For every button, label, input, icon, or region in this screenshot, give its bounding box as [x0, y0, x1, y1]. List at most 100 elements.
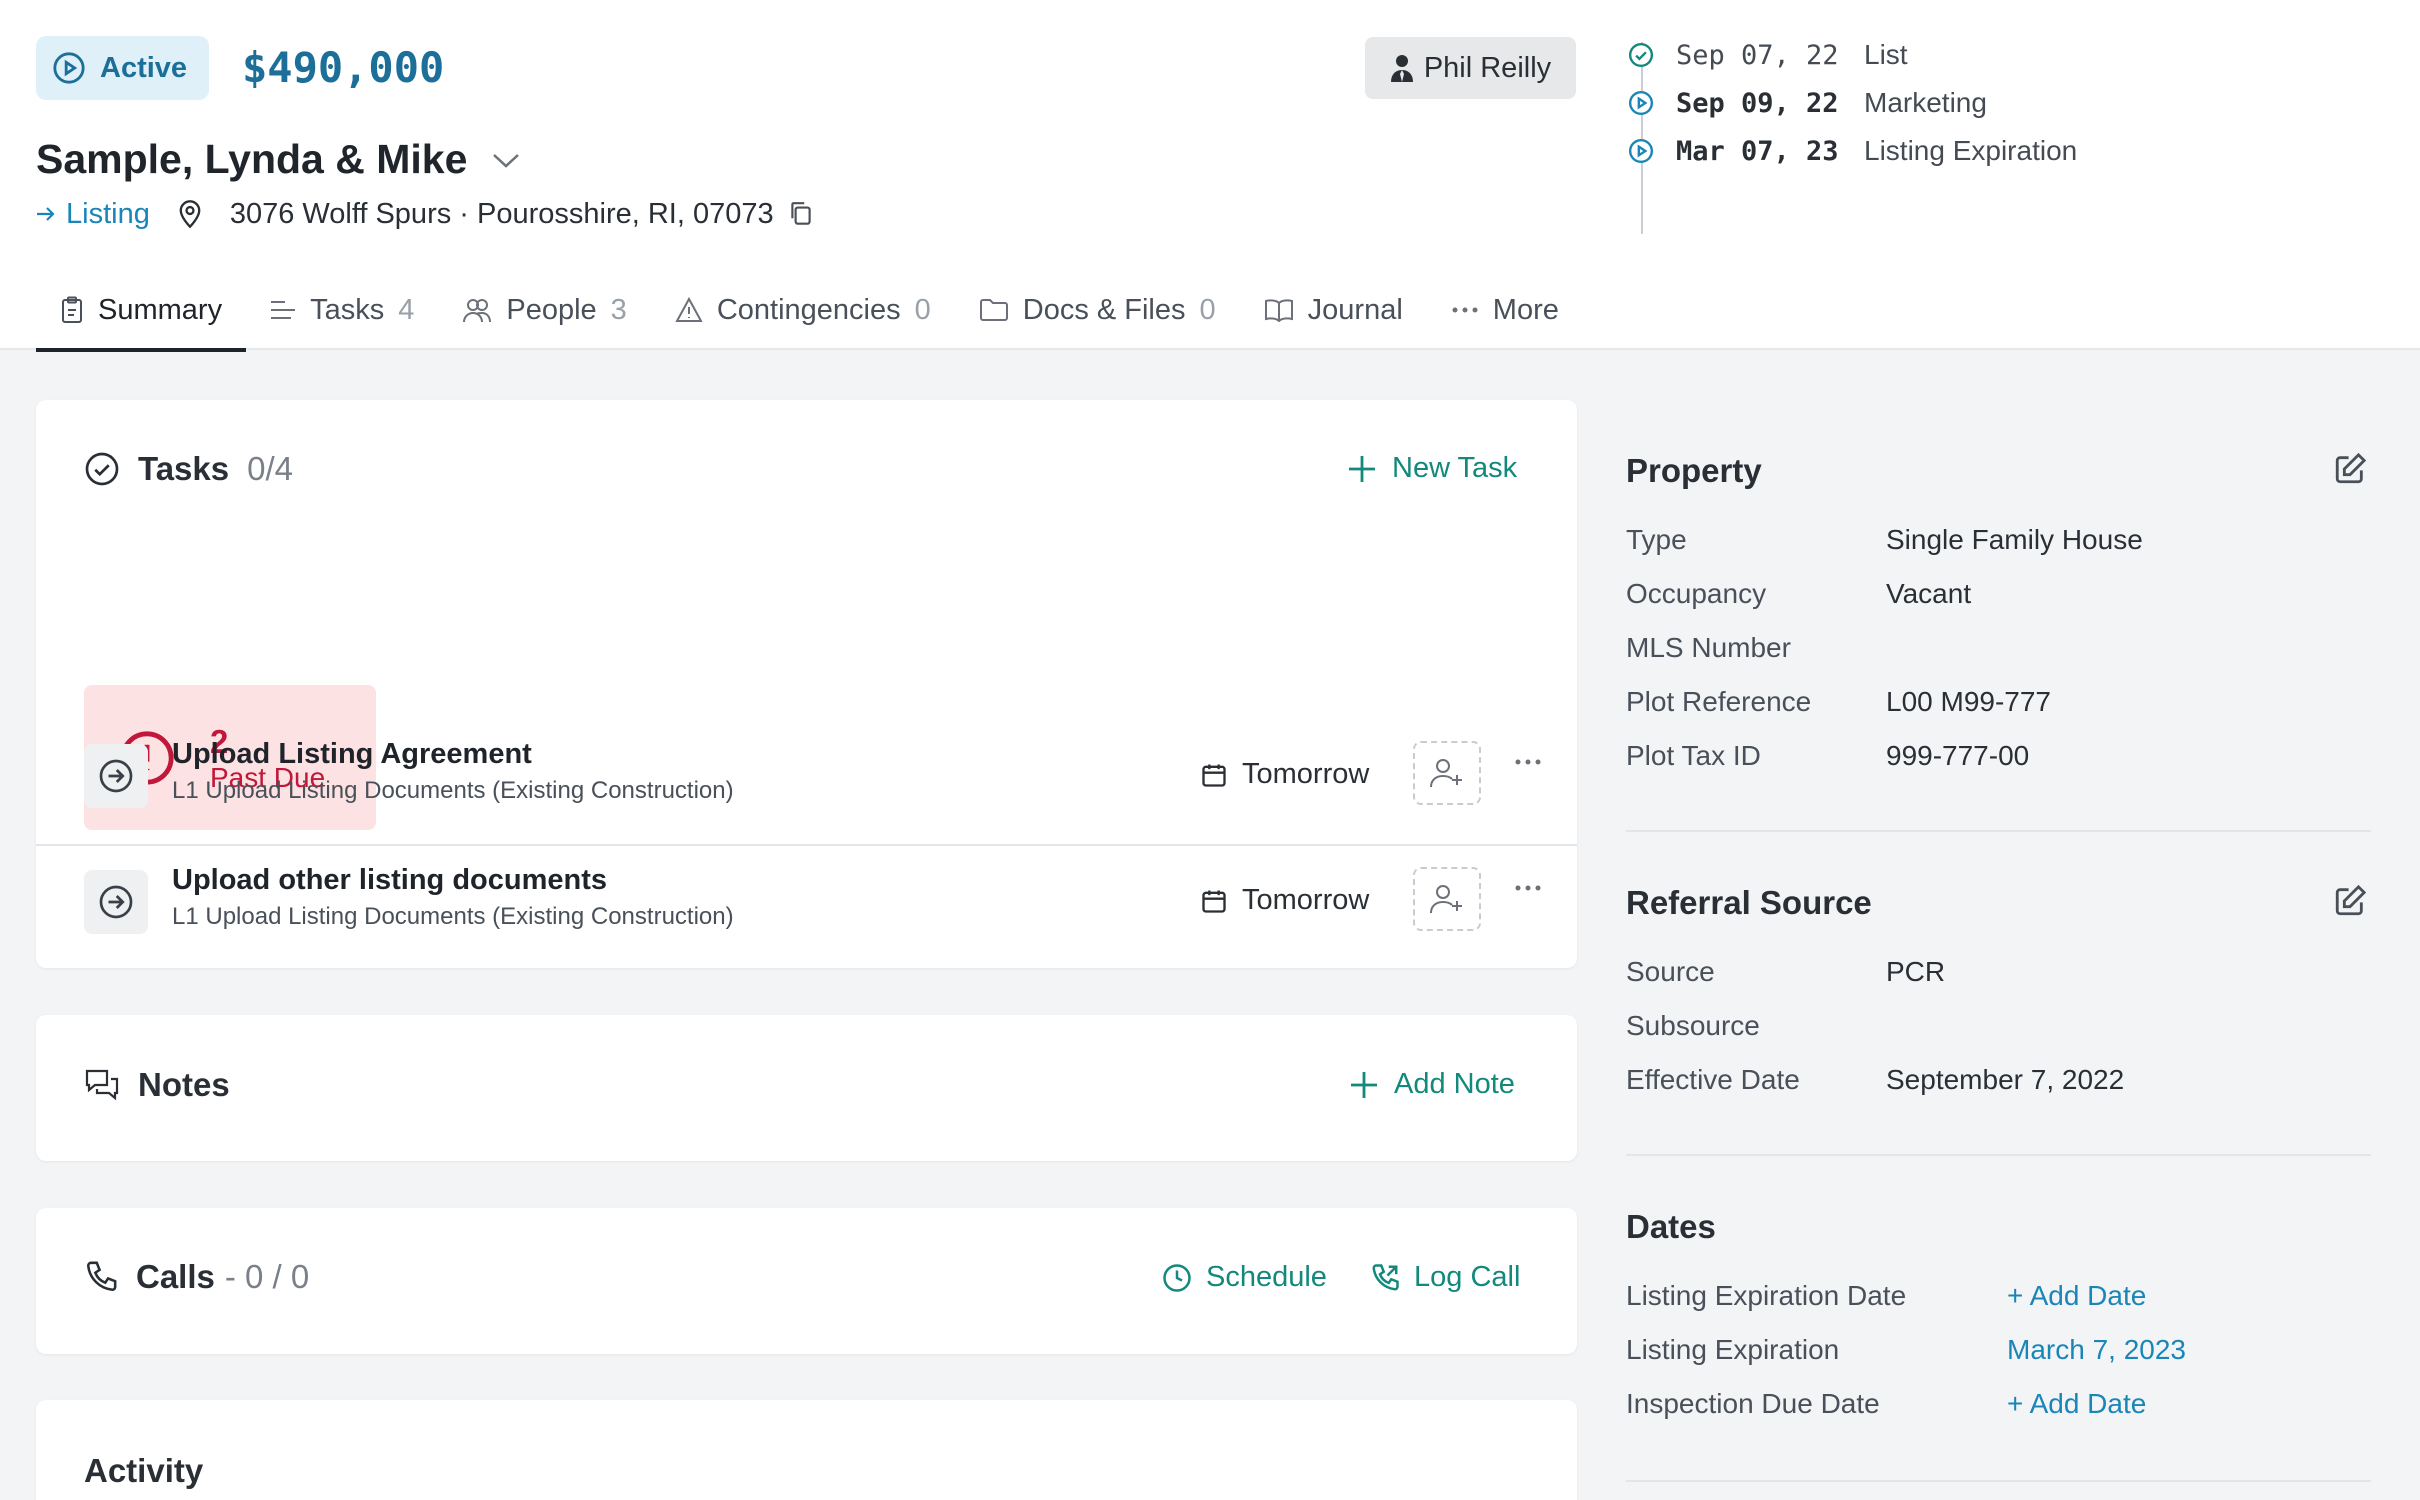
- referral-key: Subsource: [1626, 1010, 1760, 1041]
- new-task-button[interactable]: New Task: [1346, 452, 1517, 485]
- task-due-date[interactable]: Tomorrow: [1200, 758, 1369, 791]
- timeline-item: Sep 07, 22 List: [1628, 38, 1908, 72]
- phone-outgoing-icon: [1372, 1263, 1399, 1291]
- task-row[interactable]: Upload Listing Agreement L1 Upload Listi…: [36, 720, 1577, 844]
- task-status-button[interactable]: [84, 744, 148, 808]
- calls-card: Calls - 0 / 0 Schedule Log Call: [36, 1208, 1577, 1354]
- tab-count: 3: [610, 293, 627, 326]
- deal-header: Active $490,000 Phil Reilly Sample, Lynd…: [0, 0, 2420, 352]
- deal-title[interactable]: Sample, Lynda & Mike: [36, 136, 521, 183]
- new-task-label: New Task: [1392, 452, 1518, 484]
- tasks-card-title: Tasks 0/4: [84, 450, 293, 488]
- edit-icon[interactable]: [2333, 452, 2367, 486]
- divider: [1626, 1154, 2371, 1156]
- copy-icon[interactable]: [788, 200, 814, 228]
- tab-label: Summary: [98, 293, 223, 326]
- tab-more[interactable]: More: [1427, 270, 1583, 350]
- price: $490,000: [242, 43, 445, 92]
- folder-icon: [979, 299, 1008, 321]
- user-plus-icon: [1430, 885, 1462, 914]
- task-status-button[interactable]: [84, 870, 148, 934]
- map-pin-icon: [179, 200, 201, 229]
- assign-user-button[interactable]: [1413, 741, 1481, 805]
- referral-key: Source: [1626, 956, 1715, 987]
- task-name[interactable]: Upload other listing documents: [172, 864, 607, 897]
- status-badge[interactable]: Active: [36, 36, 210, 100]
- add-note-label: Add Note: [1394, 1068, 1515, 1100]
- task-row[interactable]: Upload other listing documents L1 Upload…: [36, 844, 1577, 968]
- task-more-button[interactable]: [1514, 758, 1542, 766]
- play-circle-icon: [1628, 90, 1654, 116]
- agent-button[interactable]: Phil Reilly: [1365, 37, 1576, 99]
- add-note-button[interactable]: Add Note: [1348, 1068, 1515, 1101]
- edit-icon[interactable]: [2333, 884, 2367, 918]
- plus-icon: [1349, 455, 1375, 482]
- date-value-link[interactable]: March 7, 2023: [2007, 1334, 2186, 1366]
- referral-value: September 7, 2022: [1886, 1064, 2125, 1095]
- tab-label: Journal: [1307, 293, 1403, 326]
- notes-card: Notes Add Note: [36, 1015, 1577, 1161]
- tab-tasks[interactable]: Tasks 4: [246, 270, 438, 350]
- check-circle-icon: [1628, 42, 1654, 68]
- timeline-label: List: [1864, 39, 1908, 70]
- tasks-card: Tasks 0/4 New Task 2 Past Due Upload Lis…: [36, 400, 1577, 968]
- phone-icon: [86, 1261, 117, 1292]
- tab-label: People: [506, 293, 597, 326]
- add-date-link[interactable]: + Add Date: [2007, 1388, 2146, 1420]
- timeline-label: Listing Expiration: [1864, 135, 2078, 166]
- property-title: Property: [1626, 452, 1762, 489]
- card-title-text: Calls: [136, 1258, 215, 1295]
- schedule-label: Schedule: [1206, 1261, 1327, 1293]
- add-date-link[interactable]: + Add Date: [2007, 1280, 2146, 1312]
- task-name[interactable]: Upload Listing Agreement: [172, 738, 532, 771]
- task-subtitle: L1 Upload Listing Documents (Existing Co…: [172, 903, 734, 930]
- chat-bubbles-icon: [85, 1069, 119, 1101]
- clock-icon: [1163, 1263, 1191, 1292]
- tab-label: More: [1492, 293, 1559, 326]
- card-title-text: Notes: [138, 1066, 230, 1103]
- timeline-item: Mar 07, 23 Listing Expiration: [1628, 134, 2077, 168]
- status-label: Active: [100, 51, 188, 84]
- date-key: Listing Expiration: [1626, 1334, 1840, 1365]
- calendar-icon: [1202, 764, 1226, 787]
- tab-people[interactable]: People 3: [438, 270, 650, 350]
- tab-count: 0: [1199, 293, 1216, 326]
- activity-card-title: Activity: [84, 1452, 203, 1490]
- tab-label: Tasks: [310, 293, 385, 326]
- listing-link[interactable]: Listing: [36, 198, 150, 231]
- timeline-label: Marketing: [1864, 87, 1987, 118]
- timeline-date: Mar 07, 23: [1676, 135, 1839, 167]
- plus-icon: [1351, 1071, 1377, 1098]
- card-title-text: Activity: [84, 1452, 204, 1489]
- task-due-label: Tomorrow: [1242, 758, 1370, 790]
- date-key: Inspection Due Date: [1626, 1388, 1880, 1419]
- divider: [1626, 830, 2371, 832]
- activity-card: Activity: [36, 1400, 1577, 1500]
- property-key: Occupancy: [1626, 578, 1767, 609]
- user-plus-icon: [1430, 759, 1462, 788]
- referral-title: Referral Source: [1626, 884, 1872, 921]
- chevron-down-icon[interactable]: [491, 150, 521, 170]
- assign-user-button[interactable]: [1413, 867, 1481, 931]
- calls-count: - 0 / 0: [224, 1258, 310, 1295]
- play-circle-icon: [53, 52, 85, 84]
- schedule-call-button[interactable]: Schedule: [1162, 1261, 1327, 1294]
- arrow-circle-right-icon: [99, 885, 133, 919]
- tab-journal[interactable]: Journal: [1240, 270, 1427, 350]
- tab-contingencies[interactable]: Contingencies 0: [651, 270, 955, 350]
- dates-section: Dates Listing Expiration Date + Add Date…: [1626, 1208, 2371, 1438]
- warning-triangle-icon: [675, 297, 703, 322]
- tab-docs-files[interactable]: Docs & Files 0: [955, 270, 1240, 350]
- task-due-date[interactable]: Tomorrow: [1200, 884, 1369, 917]
- timeline-item: Sep 09, 22 Marketing: [1628, 86, 1987, 120]
- log-call-button[interactable]: Log Call: [1370, 1261, 1520, 1294]
- tab-summary[interactable]: Summary: [36, 270, 247, 352]
- task-more-button[interactable]: [1514, 884, 1542, 892]
- tasks-progress: 0/4: [247, 450, 293, 487]
- ellipsis-icon: [1515, 759, 1541, 765]
- tab-count: 0: [914, 293, 931, 326]
- property-key: Plot Tax ID: [1626, 740, 1761, 771]
- deal-title-text: Sample, Lynda & Mike: [36, 136, 468, 182]
- property-value: 999-777-00: [1886, 740, 2030, 771]
- date-key: Listing Expiration Date: [1626, 1280, 1907, 1311]
